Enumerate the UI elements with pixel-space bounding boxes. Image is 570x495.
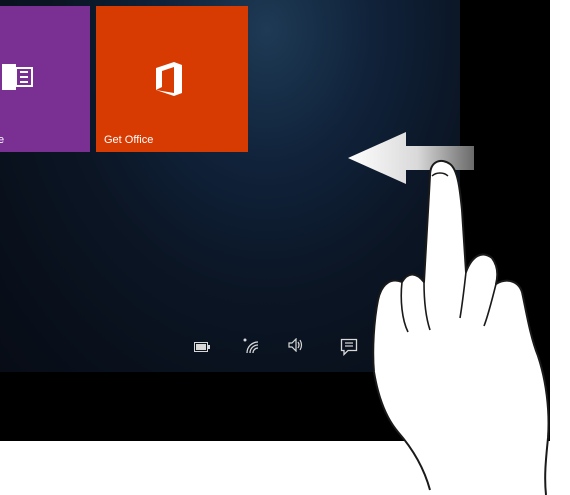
onenote-icon [2,64,33,90]
tile-get-office-label: Get Office [104,134,154,146]
tile-get-office[interactable]: Get Office [96,6,248,152]
volume-icon[interactable] [288,338,304,352]
office-icon [156,62,182,96]
hand-icon [372,159,550,495]
network-icon[interactable] [243,338,259,354]
battery-icon[interactable] [194,342,210,352]
tile-onenote-label: e [0,134,5,146]
tile-onenote[interactable]: e [0,6,90,152]
